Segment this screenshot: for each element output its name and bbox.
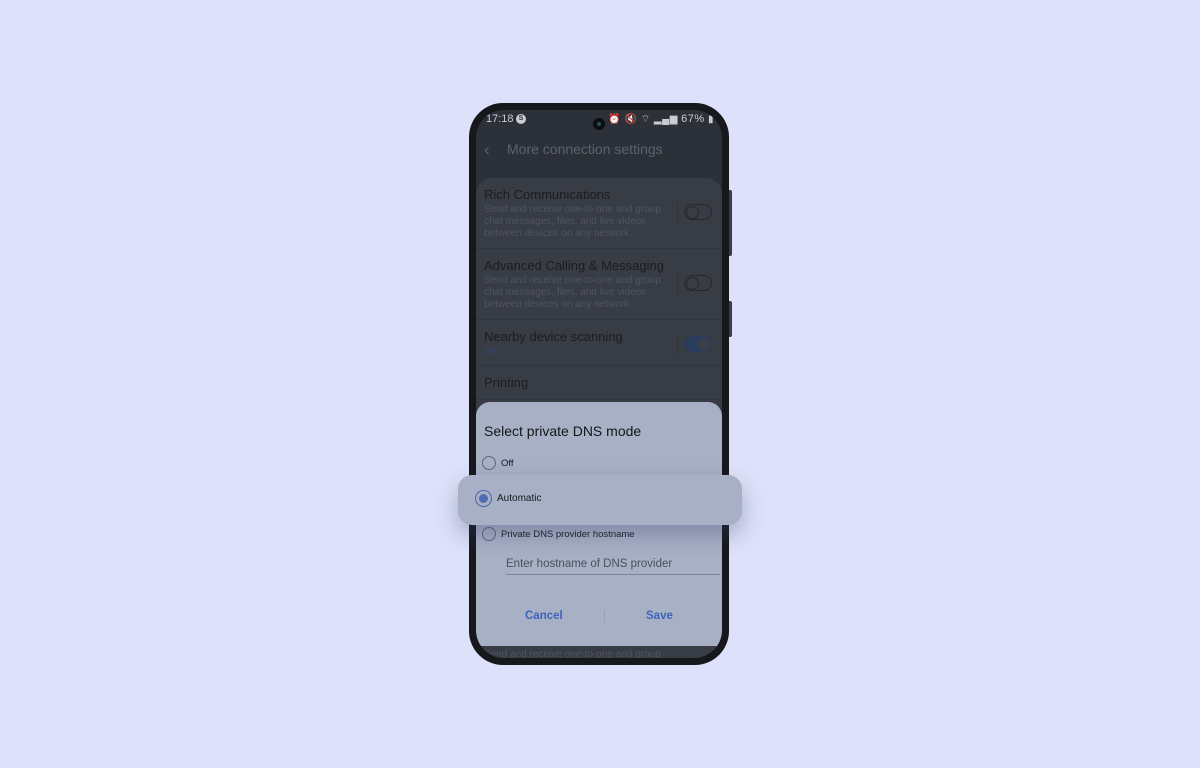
- radio-label-automatic[interactable]: Automatic: [497, 493, 541, 504]
- mute-icon: 🔇: [624, 114, 638, 125]
- setting-status: On: [484, 346, 497, 356]
- setting-title: Printing: [484, 375, 529, 390]
- divider: [677, 273, 678, 295]
- setting-description: Send and receive one-to-one and group ch…: [484, 204, 661, 239]
- save-button[interactable]: Save: [646, 610, 673, 622]
- page-title: More connection settings: [507, 141, 663, 157]
- front-camera: [593, 118, 605, 130]
- setting-rich-communications[interactable]: Rich Communications Send and receive one…: [476, 178, 722, 249]
- status-time: 17:18: [486, 113, 514, 125]
- button-divider: [604, 610, 605, 624]
- status-bar: 17:18 S ⏰ 🔇 ⌔ ▂▄▆ 67% ▮: [476, 110, 722, 130]
- setting-title: Advanced Calling & Messaging: [484, 258, 664, 273]
- radio-off[interactable]: [482, 456, 496, 470]
- phone-screen: 17:18 S ⏰ 🔇 ⌔ ▂▄▆ 67% ▮ ‹ More connectio…: [476, 110, 722, 658]
- battery-icon: ▮: [707, 114, 714, 125]
- status-icons: ⏰ 🔇 ⌔ ▂▄▆ 67% ▮: [608, 113, 714, 126]
- background-text-peek: Send and receive one-to-one and group: [484, 649, 661, 658]
- divider: [677, 202, 678, 224]
- notification-icon: S: [516, 114, 526, 124]
- rich-communications-toggle[interactable]: [684, 204, 712, 220]
- signal-icon: ▂▄▆: [653, 114, 678, 125]
- setting-nearby-device-scanning[interactable]: Nearby device scanning On: [476, 320, 722, 366]
- radio-automatic[interactable]: [475, 490, 492, 507]
- app-bar: ‹ More connection settings: [476, 138, 722, 162]
- dialog-title: Select private DNS mode: [484, 423, 642, 439]
- automatic-option-highlight[interactable]: Automatic: [458, 475, 742, 525]
- back-chevron-icon[interactable]: ‹: [484, 140, 490, 160]
- setting-description: Send and receive one-to-one and group ch…: [484, 275, 661, 310]
- cancel-button[interactable]: Cancel: [525, 610, 563, 622]
- alarm-icon: ⏰: [608, 114, 622, 125]
- radio-label-off[interactable]: Off: [501, 458, 514, 469]
- battery-percent: 67%: [681, 113, 705, 125]
- radio-label-hostname[interactable]: Private DNS provider hostname: [501, 529, 635, 540]
- hostname-input[interactable]: [506, 553, 720, 575]
- advanced-calling-toggle[interactable]: [684, 275, 712, 291]
- nearby-scanning-toggle[interactable]: [684, 336, 712, 352]
- wifi-icon: ⌔: [640, 114, 651, 125]
- setting-printing[interactable]: Printing: [476, 366, 722, 400]
- setting-advanced-calling[interactable]: Advanced Calling & Messaging Send and re…: [476, 249, 722, 320]
- setting-title: Rich Communications: [484, 187, 611, 202]
- setting-title: Nearby device scanning: [484, 329, 623, 344]
- divider: [677, 334, 678, 356]
- radio-hostname[interactable]: [482, 527, 496, 541]
